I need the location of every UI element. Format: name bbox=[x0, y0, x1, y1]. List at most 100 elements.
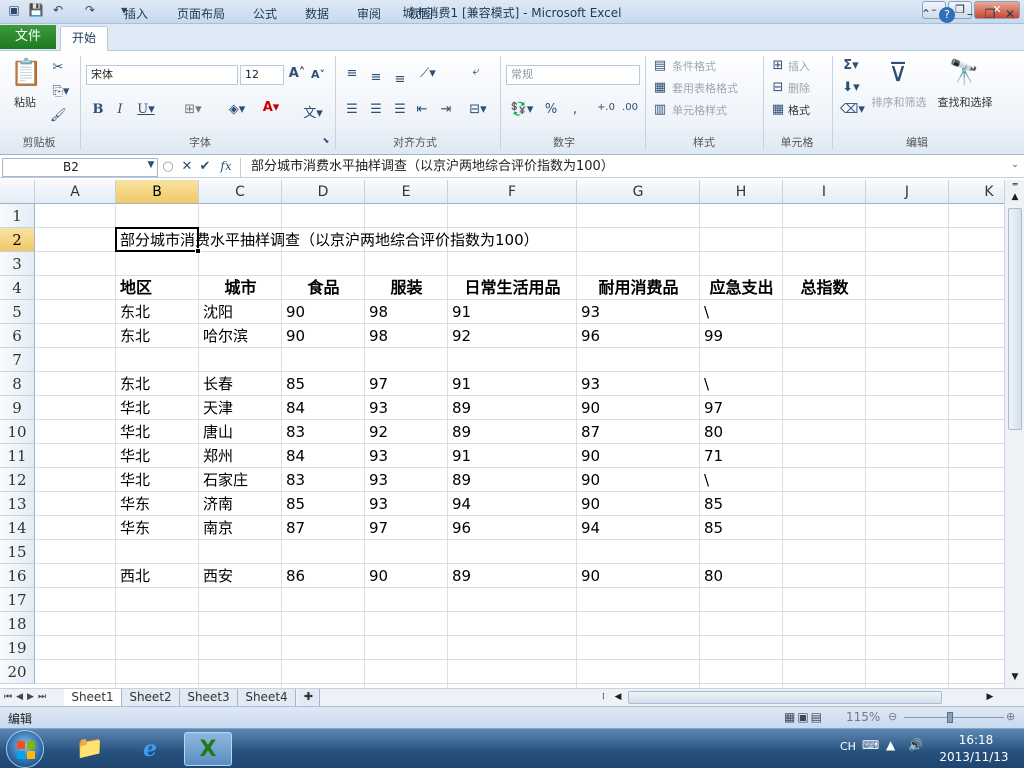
data-cell[interactable]: 87 bbox=[286, 516, 305, 540]
sheet-tab-sheet4[interactable]: Sheet4 bbox=[238, 689, 296, 706]
row-header-11[interactable]: 11 bbox=[0, 444, 35, 468]
font-size-select[interactable]: 12 bbox=[240, 65, 284, 85]
row-header-16[interactable]: 16 bbox=[0, 564, 35, 588]
orientation-icon[interactable]: ⟋▾ bbox=[416, 66, 440, 81]
column-header-c[interactable]: C bbox=[199, 180, 282, 204]
data-cell[interactable]: 东北 bbox=[120, 324, 150, 348]
paste-icon[interactable]: 📋 bbox=[10, 58, 42, 92]
header-cell[interactable]: 总指数 bbox=[783, 276, 866, 300]
data-cell[interactable]: 91 bbox=[452, 372, 471, 396]
workbook-restore-icon[interactable]: ❐ bbox=[982, 4, 998, 27]
find-select-button[interactable]: 查找和选择 bbox=[932, 94, 998, 110]
delete-cells-button[interactable]: 删除 bbox=[788, 80, 810, 96]
column-header-a[interactable]: A bbox=[35, 180, 116, 204]
tab-split-icon[interactable]: ⁞ bbox=[602, 690, 608, 704]
header-cell[interactable]: 服装 bbox=[365, 276, 448, 300]
shrink-font-icon[interactable]: A˅ bbox=[310, 68, 326, 81]
column-header-h[interactable]: H bbox=[700, 180, 783, 204]
column-header-g[interactable]: G bbox=[577, 180, 700, 204]
scroll-up-icon[interactable]: ▲ bbox=[1007, 192, 1023, 206]
row-header-17[interactable]: 17 bbox=[0, 588, 35, 612]
clock-time[interactable]: 16:18 bbox=[940, 733, 1012, 747]
sheet-tab-sheet2[interactable]: Sheet2 bbox=[122, 689, 180, 706]
tab-view[interactable]: 视图 bbox=[400, 4, 442, 27]
data-cell[interactable]: 90 bbox=[286, 324, 305, 348]
data-cell[interactable]: 93 bbox=[581, 372, 600, 396]
data-cell[interactable]: 华北 bbox=[120, 444, 150, 468]
start-button[interactable] bbox=[6, 730, 44, 768]
data-cell[interactable]: 南京 bbox=[203, 516, 233, 540]
comma-style-icon[interactable]: , bbox=[568, 102, 582, 117]
name-box[interactable]: B2 bbox=[2, 158, 158, 177]
header-cell[interactable]: 食品 bbox=[282, 276, 365, 300]
data-cell[interactable]: 85 bbox=[704, 492, 723, 516]
wrap-text-icon[interactable]: ⤶ bbox=[466, 64, 486, 79]
align-center-icon[interactable]: ☰ bbox=[368, 102, 384, 117]
accounting-format-icon[interactable]: 💱▾ bbox=[508, 102, 536, 117]
decrease-indent-icon[interactable]: ⇤ bbox=[414, 102, 430, 117]
percent-icon[interactable]: % bbox=[544, 102, 558, 117]
data-cell[interactable]: 90 bbox=[581, 564, 600, 588]
column-header-f[interactable]: F bbox=[448, 180, 577, 204]
row-header-2[interactable]: 2 bbox=[0, 228, 35, 252]
align-left-icon[interactable]: ☰ bbox=[344, 102, 360, 117]
format-painter-icon[interactable]: 🖌 bbox=[50, 108, 67, 123]
keyboard-icon[interactable]: ⌨ bbox=[862, 738, 879, 752]
row-header-18[interactable]: 18 bbox=[0, 612, 35, 636]
sheet-tab-sheet3[interactable]: Sheet3 bbox=[180, 689, 238, 706]
data-cell[interactable]: 94 bbox=[581, 516, 600, 540]
data-cell[interactable]: 东北 bbox=[120, 300, 150, 324]
border-icon[interactable]: ⊞▾ bbox=[178, 102, 208, 117]
data-cell[interactable]: 90 bbox=[581, 396, 600, 420]
vertical-scroll-thumb[interactable] bbox=[1008, 208, 1022, 430]
data-cell[interactable]: 济南 bbox=[203, 492, 233, 516]
fill-icon[interactable]: ⬇▾ bbox=[840, 80, 862, 95]
tab-formulas[interactable]: 公式 bbox=[244, 4, 286, 27]
data-cell[interactable]: 96 bbox=[452, 516, 471, 540]
bold-icon[interactable]: B bbox=[90, 102, 106, 117]
data-cell[interactable]: 93 bbox=[369, 468, 388, 492]
sort-filter-button[interactable]: 排序和筛选 bbox=[868, 94, 930, 110]
scroll-right-icon[interactable]: ▶ bbox=[984, 690, 996, 704]
phonetic-icon[interactable]: 文▾ bbox=[298, 102, 328, 121]
align-bottom-icon[interactable]: ≡ bbox=[392, 72, 408, 87]
data-cell[interactable]: 83 bbox=[286, 420, 305, 444]
data-cell[interactable]: 沈阳 bbox=[203, 300, 233, 324]
scroll-down-icon[interactable]: ▼ bbox=[1007, 672, 1023, 686]
data-cell[interactable]: 东北 bbox=[120, 372, 150, 396]
row-header-1[interactable]: 1 bbox=[0, 204, 35, 228]
tab-review[interactable]: 审阅 bbox=[348, 4, 390, 27]
data-cell[interactable]: 西安 bbox=[203, 564, 233, 588]
row-header-7[interactable]: 7 bbox=[0, 348, 35, 372]
column-header-k[interactable]: K bbox=[949, 180, 1004, 204]
data-cell[interactable]: 89 bbox=[452, 468, 471, 492]
data-cell[interactable]: 86 bbox=[286, 564, 305, 588]
data-cell[interactable]: 长春 bbox=[203, 372, 233, 396]
cell-styles-button[interactable]: 单元格样式 bbox=[672, 102, 727, 118]
data-cell[interactable]: 92 bbox=[369, 420, 388, 444]
minimize-ribbon-icon[interactable]: ⌃ bbox=[918, 4, 934, 27]
insert-function-icon[interactable]: fx bbox=[216, 159, 236, 173]
tab-insert[interactable]: 插入 bbox=[114, 4, 158, 27]
row-header-10[interactable]: 10 bbox=[0, 420, 35, 444]
row-header-3[interactable]: 3 bbox=[0, 252, 35, 276]
view-mode-icons[interactable]: ▦▣▤ bbox=[784, 710, 824, 724]
font-color-icon[interactable]: A▾ bbox=[256, 100, 286, 115]
header-cell[interactable]: 日常生活用品 bbox=[448, 276, 577, 300]
language-indicator[interactable]: CH bbox=[840, 740, 856, 753]
tab-file[interactable]: 文件 bbox=[0, 25, 56, 49]
data-cell[interactable]: 96 bbox=[581, 324, 600, 348]
data-cell[interactable]: 91 bbox=[452, 300, 471, 324]
row-header-6[interactable]: 6 bbox=[0, 324, 35, 348]
increase-indent-icon[interactable]: ⇥ bbox=[438, 102, 454, 117]
data-cell[interactable]: 97 bbox=[704, 396, 723, 420]
zoom-level[interactable]: 115% bbox=[846, 710, 880, 724]
underline-icon[interactable]: U▾ bbox=[134, 102, 158, 117]
data-cell[interactable]: 93 bbox=[369, 396, 388, 420]
cut-icon[interactable]: ✂ bbox=[50, 60, 66, 75]
data-cell[interactable]: 99 bbox=[704, 324, 723, 348]
row-header-14[interactable]: 14 bbox=[0, 516, 35, 540]
data-cell[interactable]: 唐山 bbox=[203, 420, 233, 444]
data-cell[interactable]: 98 bbox=[369, 300, 388, 324]
tab-page-layout[interactable]: 页面布局 bbox=[168, 4, 234, 27]
